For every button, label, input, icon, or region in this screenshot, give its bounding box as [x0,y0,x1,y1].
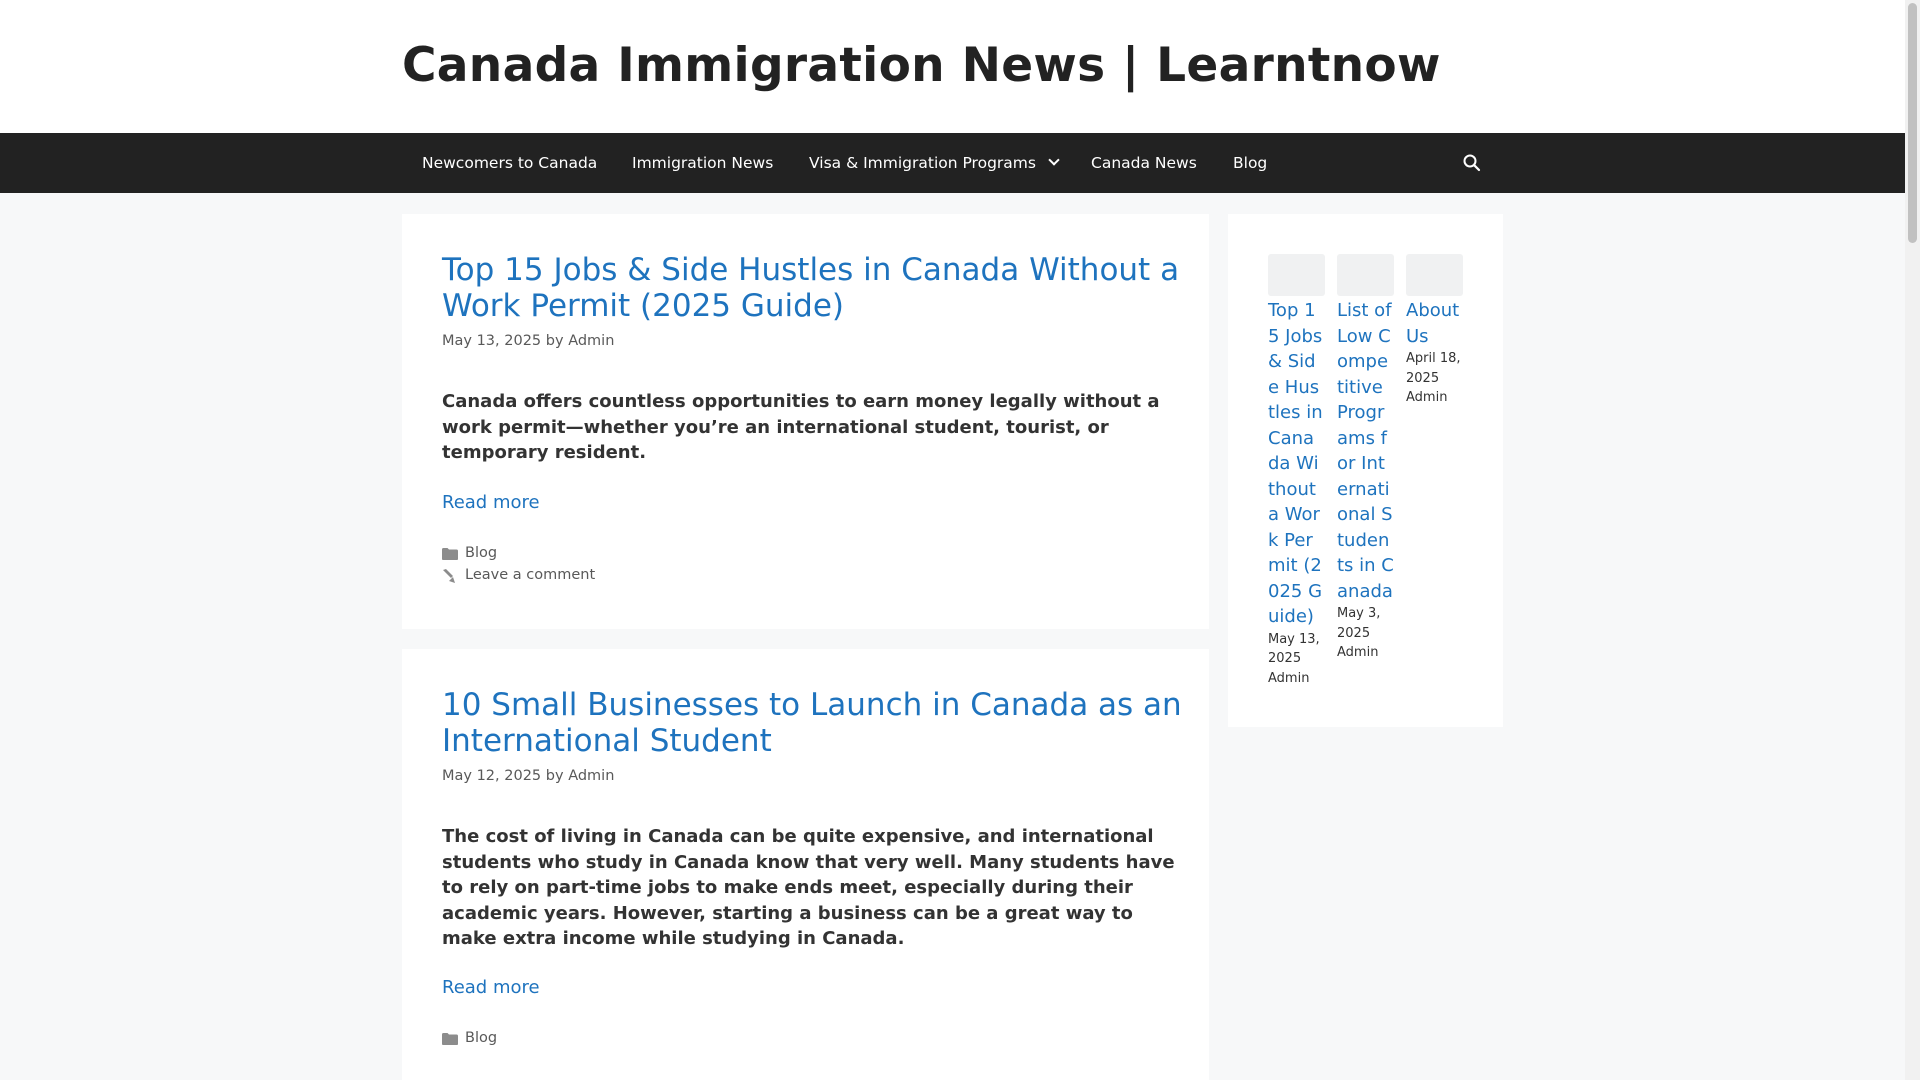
post-meta: May 12, 2025 by Admin [442,768,614,784]
post-category-link[interactable]: Blog [465,1030,497,1046]
post-card: 10 Small Businesses to Launch in Canada … [402,649,1209,1080]
scrollbar-thumb[interactable] [1908,3,1917,243]
folder-icon [442,548,458,560]
recent-post-thumbnail[interactable] [1337,254,1394,296]
post-author[interactable]: Admin [568,768,614,784]
recent-post-date: May 13, 2025 [1268,631,1320,667]
post-date[interactable]: May 13, 2025 [442,333,541,349]
nav-item-visa-programs-label: Visa & Immigration Programs [809,154,1036,172]
recent-post-title[interactable]: List of Low Competitive Programs for Int… [1337,298,1394,604]
nav-item-immigration-news[interactable]: Immigration News [632,133,773,193]
post-excerpt: The cost of living in Canada can be quit… [442,826,1175,949]
comment-icon [443,569,455,583]
recent-post-author: Admin [1337,645,1379,660]
recent-post-card: Top 15 Jobs & Side Hustles in Canada Wit… [1268,254,1325,688]
recent-post-thumbnail[interactable] [1406,254,1463,296]
post-title[interactable]: 10 Small Businesses to Launch in Canada … [442,687,1182,759]
recent-post-date: April 18, 2025 [1406,351,1461,386]
post-excerpt: Canada offers countless opportunities to… [442,391,1160,463]
post-by: by [545,333,564,349]
nav-item-visa-programs[interactable]: Visa & Immigration Programs [809,133,1060,193]
post-by: by [545,768,564,784]
post-meta: May 13, 2025 by Admin [442,333,614,349]
recent-post-date: May 3, 2025 [1337,606,1381,641]
recent-post-thumbnail[interactable] [1268,254,1325,296]
post-card: Top 15 Jobs & Side Hustles in Canada Wit… [402,214,1209,629]
nav-item-canada-news[interactable]: Canada News [1091,133,1197,193]
read-more-link[interactable]: Read more [442,977,540,998]
nav-item-newcomers[interactable]: Newcomers to Canada [422,133,597,193]
nav-item-blog[interactable]: Blog [1233,133,1267,193]
search-icon [1463,154,1481,172]
leave-comment-link[interactable]: Leave a comment [465,567,595,583]
post-author[interactable]: Admin [568,333,614,349]
post-title[interactable]: Top 15 Jobs & Side Hustles in Canada Wit… [442,252,1182,324]
search-button[interactable] [1460,151,1484,175]
sidebar-recent-posts: Top 15 Jobs & Side Hustles in Canada Wit… [1228,214,1503,727]
read-more-link[interactable]: Read more [442,492,540,513]
post-category-link[interactable]: Blog [465,545,497,561]
recent-post-title[interactable]: Top 15 Jobs & Side Hustles in Canada Wit… [1268,298,1325,630]
folder-icon [442,1033,458,1045]
site-header: Canada Immigration News | Learntnow [0,0,1920,133]
page-scrollbar[interactable] [1905,0,1920,1080]
recent-post-author: Admin [1406,390,1448,405]
recent-post-author: Admin [1268,670,1310,686]
site-title[interactable]: Canada Immigration News | Learntnow [402,38,1441,93]
post-date[interactable]: May 12, 2025 [442,768,541,784]
main-navigation: Newcomers to Canada Immigration News Vis… [0,133,1905,193]
chevron-down-icon [1048,154,1060,166]
recent-post-card: List of Low Competitive Programs for Int… [1337,254,1394,663]
recent-post-title[interactable]: About Us [1406,298,1463,349]
recent-post-card: About Us April 18, 2025 Admin [1406,254,1463,408]
